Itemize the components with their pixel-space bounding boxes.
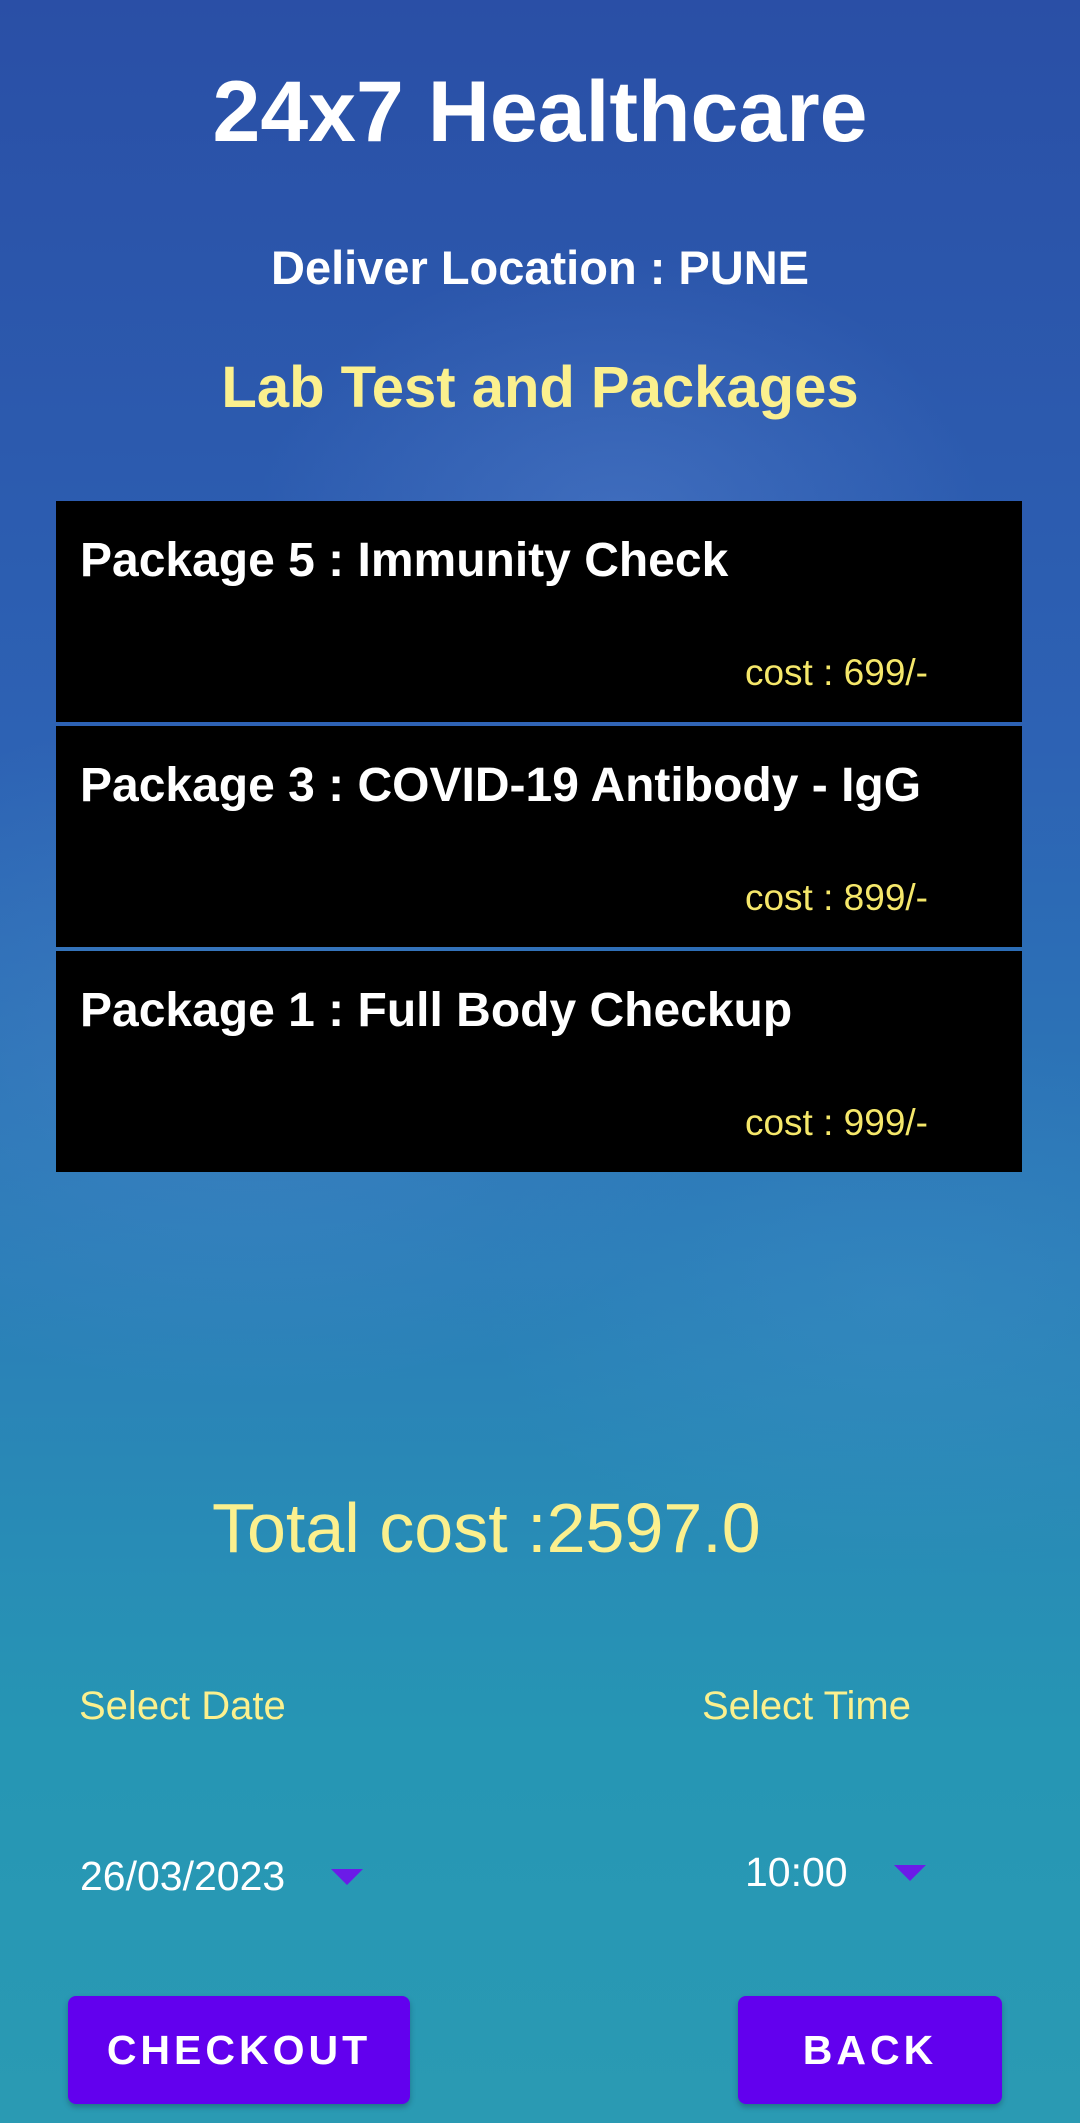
select-date-label: Select Date	[79, 1684, 286, 1728]
checkout-button[interactable]: CHECKOUT	[68, 1996, 410, 2104]
date-spinner[interactable]: 26/03/2023	[80, 1846, 400, 1906]
section-title: Lab Test and Packages	[221, 355, 859, 420]
package-name: Package 3 : COVID-19 Antibody - IgG	[80, 759, 922, 812]
package-item[interactable]: Package 5 : Immunity Check cost : 699/-	[56, 501, 1022, 722]
dropdown-caret-icon	[331, 1869, 364, 1885]
app-title: 24x7 Healthcare	[212, 64, 868, 160]
total-cost: Total cost :2597.0	[212, 1489, 761, 1567]
date-value: 26/03/2023	[80, 1853, 286, 1899]
package-name: Package 1 : Full Body Checkup	[80, 984, 793, 1037]
package-item[interactable]: Package 3 : COVID-19 Antibody - IgG cost…	[56, 726, 1022, 947]
package-item[interactable]: Package 1 : Full Body Checkup cost : 999…	[56, 951, 1022, 1172]
time-spinner[interactable]: 10:00	[745, 1842, 965, 1902]
package-cost: cost : 999/-	[744, 1102, 928, 1143]
package-cost: cost : 699/-	[744, 652, 928, 693]
select-time-label: Select Time	[702, 1684, 911, 1728]
dropdown-caret-icon	[893, 1865, 926, 1881]
time-value: 10:00	[745, 1849, 848, 1895]
package-cost: cost : 899/-	[744, 877, 928, 918]
package-name: Package 5 : Immunity Check	[80, 534, 729, 587]
back-button[interactable]: BACK	[738, 1996, 1002, 2104]
package-list: Package 5 : Immunity Check cost : 699/- …	[56, 501, 1022, 1172]
deliver-location: Deliver Location : PUNE	[271, 241, 809, 294]
